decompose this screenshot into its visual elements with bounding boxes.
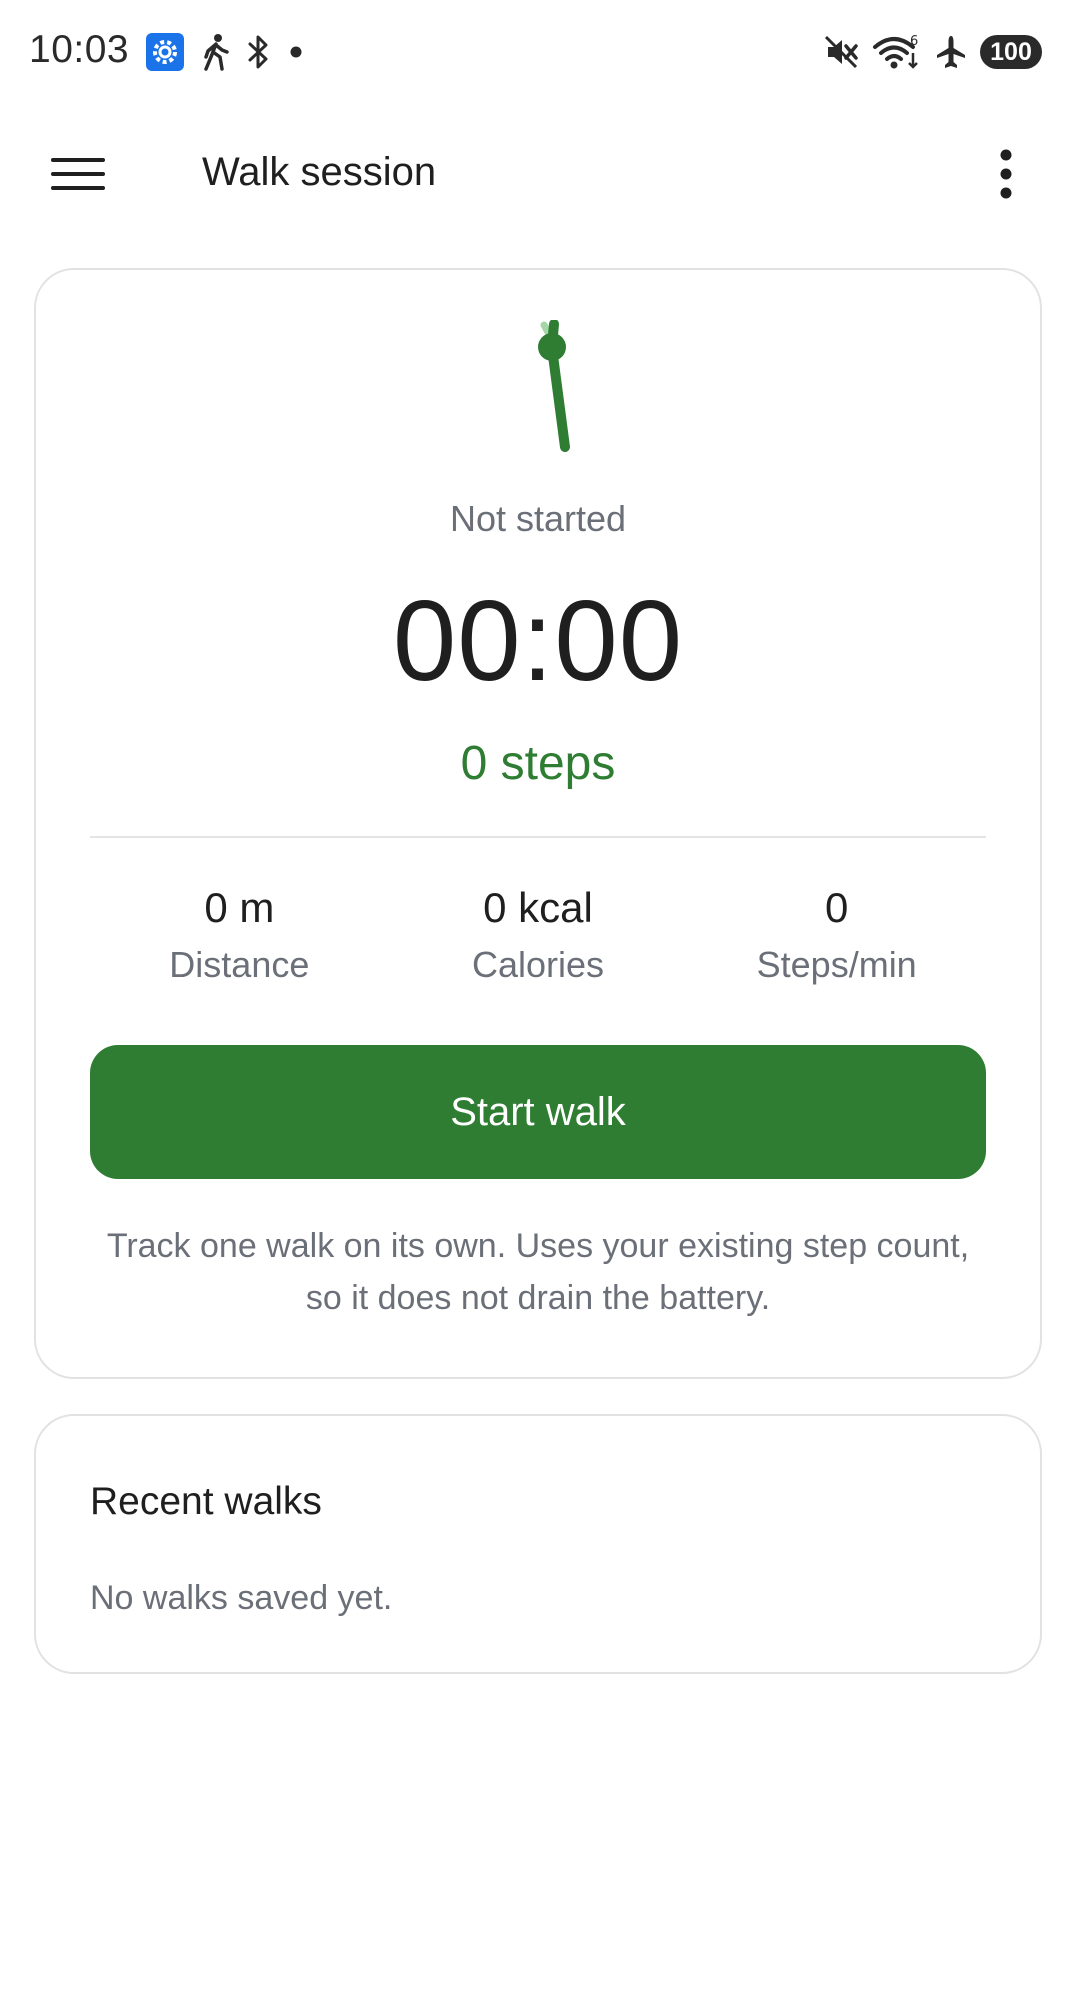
session-status: Not started bbox=[449, 498, 627, 539]
recent-walks-title: Recent walks bbox=[90, 1480, 322, 1523]
session-timer: 00:00 bbox=[392, 578, 684, 705]
battery-icon: 100 bbox=[980, 35, 1042, 69]
airplane-mode-icon bbox=[937, 36, 965, 68]
vibrate-mute-icon bbox=[824, 35, 858, 69]
start-walk-button[interactable]: Start walk bbox=[90, 1045, 986, 1179]
bluetooth-icon bbox=[248, 35, 268, 69]
status-left-icons bbox=[146, 32, 304, 72]
stat-value: 0 kcal bbox=[483, 884, 593, 931]
session-stats: 0 m Distance 0 kcal Calories 0 Steps/min bbox=[90, 884, 986, 986]
session-step-count: 0 steps bbox=[460, 737, 616, 790]
overflow-menu-button[interactable] bbox=[972, 140, 1040, 208]
status-right-icons: 6 100 bbox=[822, 32, 1042, 72]
app-bar: Walk session bbox=[0, 104, 1080, 244]
stat-steps-per-min: 0 Steps/min bbox=[687, 884, 986, 986]
page-title: Walk session bbox=[202, 150, 437, 194]
stat-value: 0 bbox=[825, 884, 849, 931]
helper-text: Track one walk on its own. Uses your exi… bbox=[106, 1227, 970, 1317]
stat-calories: 0 kcal Calories bbox=[389, 884, 688, 986]
notification-dot-icon bbox=[290, 46, 302, 58]
status-time: 10:03 bbox=[29, 28, 130, 71]
svg-text:6: 6 bbox=[910, 34, 918, 49]
settings-app-icon bbox=[146, 33, 184, 71]
stat-label: Calories bbox=[471, 944, 605, 985]
battery-level: 100 bbox=[990, 37, 1032, 66]
status-bar: 10:03 6 100 bbox=[0, 0, 1080, 104]
walk-session-card: Not started 00:00 0 steps 0 m Distance 0… bbox=[34, 268, 1042, 1379]
menu-button[interactable] bbox=[40, 140, 116, 208]
recent-walks-card: Recent walks No walks saved yet. bbox=[34, 1414, 1042, 1674]
walker-figure-icon bbox=[538, 320, 570, 452]
walk-notification-icon bbox=[204, 34, 229, 71]
stat-label: Distance bbox=[169, 944, 310, 985]
recent-walks-empty-text: No walks saved yet. bbox=[90, 1579, 393, 1617]
more-vert-icon bbox=[1000, 149, 1012, 199]
wifi-icon: 6 bbox=[873, 34, 918, 69]
stat-distance: 0 m Distance bbox=[90, 884, 389, 986]
divider bbox=[90, 836, 986, 838]
hamburger-menu-icon bbox=[51, 158, 105, 190]
stat-value: 0 m bbox=[204, 884, 275, 931]
stat-label: Steps/min bbox=[756, 944, 917, 985]
